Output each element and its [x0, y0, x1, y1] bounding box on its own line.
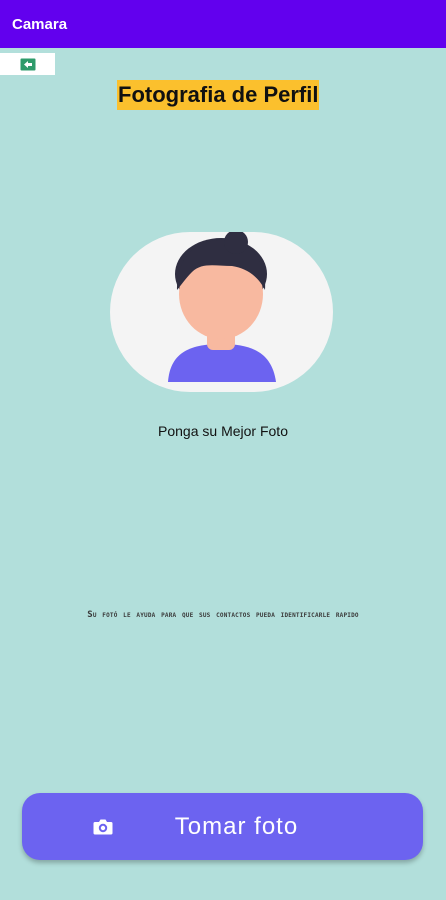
photo-caption: Ponga su Mejor Foto	[158, 423, 288, 439]
app-bar-title: Camara	[12, 15, 68, 33]
page-title: Fotografia de Perfil	[117, 80, 320, 110]
take-photo-button[interactable]: Tomar foto	[22, 793, 423, 860]
person-avatar-icon	[168, 232, 276, 382]
avatar[interactable]	[110, 232, 333, 392]
exit-arrow-icon	[20, 58, 35, 70]
back-button[interactable]	[0, 53, 55, 75]
info-text: Su fotó le ayuda para que sus contactos …	[87, 610, 359, 620]
app-bar: Camara	[0, 0, 446, 48]
take-photo-label: Tomar foto	[174, 813, 299, 840]
